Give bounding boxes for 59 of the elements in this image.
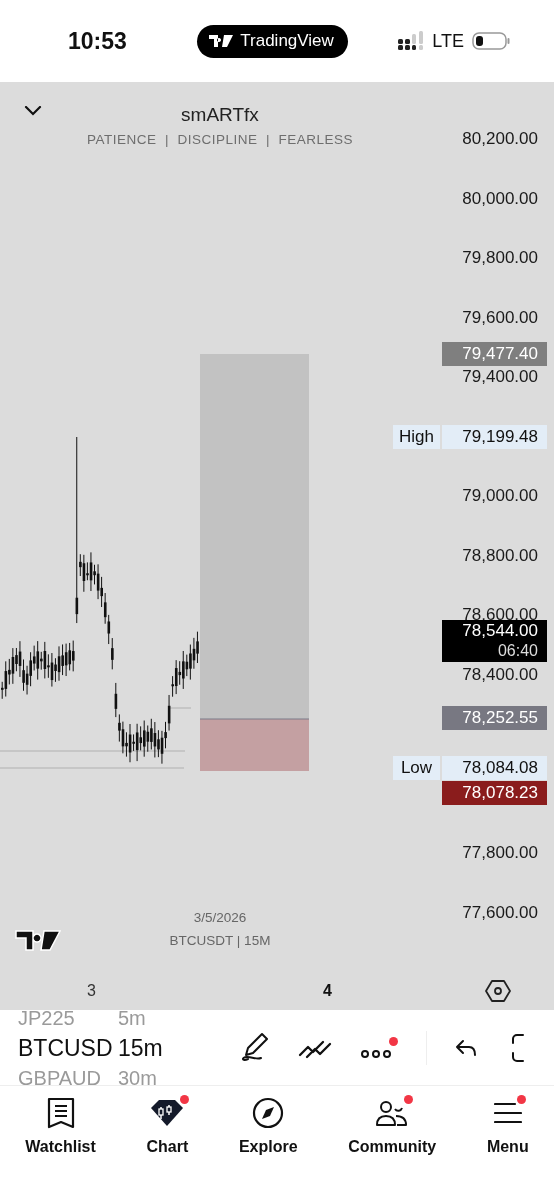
price-tick: 78,800.00 [462,544,538,567]
price-tick: 77,600.00 [462,901,538,924]
candles-gem-icon [149,1098,186,1128]
app-pill: TradingView [197,24,348,58]
notification-dot [180,1095,190,1104]
notification-dot [389,1036,398,1046]
price-tick: 79,400.00 [462,366,538,388]
clock-time: 10:53 [68,27,127,55]
collapse-button[interactable] [22,104,44,118]
price-tag: Low [393,756,440,781]
price-tick: 80,200.00 [462,128,538,150]
people-icon [375,1099,410,1127]
nav-tab[interactable]: Menu [482,1096,533,1156]
price-label: 78,078.23 [442,781,547,806]
price-label: 79,477.40 [442,341,547,366]
network-type: LTE [432,30,464,52]
pen-icon [240,1031,270,1064]
logo-icon [209,35,234,47]
notification-dot [516,1095,526,1104]
bar-countdown: 06:40 [497,640,538,661]
compass-icon [252,1097,285,1129]
chevron-down-icon [24,106,42,116]
settings-icon [485,979,511,1003]
bracket-icon [511,1032,525,1063]
nav-tab[interactable]: Chart [142,1096,193,1156]
nav-tab[interactable]: Explore [234,1096,302,1156]
chart-date: 3/5/2026 [193,910,247,925]
undo-button[interactable] [455,1038,477,1057]
time-axis-label: 4 [323,982,332,1000]
price-tick: 79,800.00 [462,247,538,269]
price-tick: 77,800.00 [462,842,538,864]
price-label: 79,199.48 [442,424,547,449]
notification-dot [404,1095,414,1104]
more-button[interactable] [360,1036,398,1059]
price-tick: 78,400.00 [462,663,538,686]
signal-icon [398,31,425,51]
undo-icon [455,1038,477,1057]
time-axis-label: 3 [87,982,96,1000]
settings-button[interactable] [485,979,511,1003]
price-tag: High [393,424,440,449]
price-label: 78,252.55 [442,706,547,731]
chart-title: smARTfx [181,104,259,126]
interval-option[interactable]: 15m [118,1030,228,1065]
more-icon [360,1048,392,1059]
fullscreen-button[interactable] [511,1032,525,1063]
battery-icon [472,32,510,50]
symbol-option[interactable]: BTCUSD [18,1030,118,1065]
nav-tab[interactable]: Watchlist [21,1096,100,1156]
price-tick: 79,600.00 [462,306,538,329]
symbol-interval: BTCUSDT | 15M [169,933,271,948]
nav-tab[interactable]: Community [344,1096,441,1156]
price-tick: 79,000.00 [462,485,538,507]
chart-subtitle: PATIENCE | DISCIPLINE | FEARLESS [86,132,354,147]
price-label: 78,084.08 [442,756,547,781]
bookmark-list-icon [46,1097,75,1129]
drawing-button[interactable] [240,1031,270,1064]
price-tick: 80,000.00 [462,187,538,210]
menu-icon [493,1102,522,1124]
logo-icon [15,929,61,951]
